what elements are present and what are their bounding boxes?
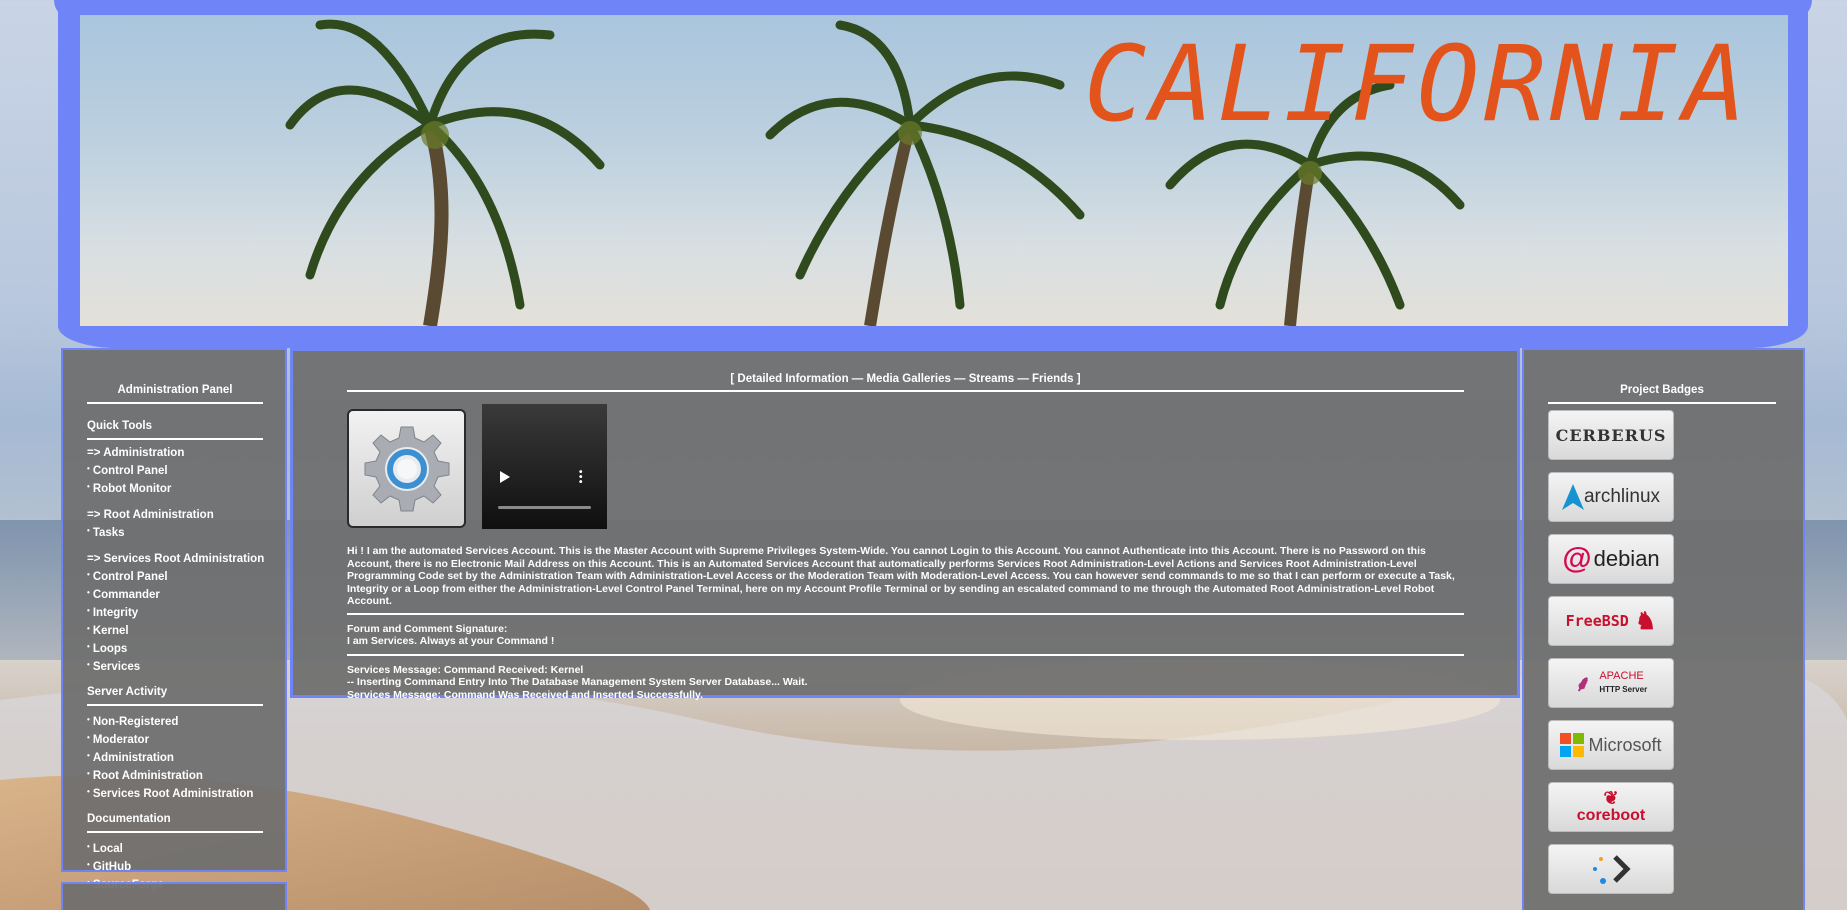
apache-feather-icon: ⸙ bbox=[1574, 671, 1592, 696]
media-row: • • • bbox=[347, 404, 1464, 529]
more-vertical-icon[interactable]: • • • bbox=[579, 468, 583, 488]
doc-local-link[interactable]: • Local bbox=[87, 839, 263, 857]
bullet-icon: • bbox=[87, 733, 90, 742]
badge-coreboot[interactable]: ❦ coreboot bbox=[1548, 782, 1674, 832]
bullet-icon: • bbox=[87, 660, 90, 669]
log-line: Services Message: Command Was Received a… bbox=[347, 688, 703, 701]
profile-panel: [ Detailed Information — Media Galleries… bbox=[290, 348, 1520, 701]
menu-item-tasks[interactable]: • Tasks bbox=[87, 523, 263, 541]
badge-freebsd-label: FreeBSD bbox=[1565, 612, 1629, 630]
play-icon[interactable] bbox=[500, 471, 510, 483]
badge-cerberus[interactable]: CERBERUS bbox=[1548, 410, 1674, 460]
menu-group-root-administration: => Root Administration • Tasks bbox=[87, 508, 263, 541]
badge-apache-sublabel: HTTP Server bbox=[1599, 685, 1648, 694]
badge-apache-label: APACHE bbox=[1599, 670, 1644, 682]
menu-item-kernel[interactable]: • Kernel bbox=[87, 621, 263, 639]
terminal-prompt-icon bbox=[1593, 855, 1631, 884]
video-player[interactable]: • • • bbox=[482, 404, 607, 529]
activity-services-root-administration[interactable]: • Services Root Administration bbox=[87, 784, 263, 802]
log-line: -- Inserting Command Entry Into The Data… bbox=[347, 676, 808, 688]
video-progress-bar[interactable] bbox=[498, 506, 591, 509]
quick-tools-title: Quick Tools bbox=[87, 420, 263, 440]
signature-block: Forum and Comment Signature: I am Servic… bbox=[347, 623, 1464, 656]
arch-logo-icon bbox=[1561, 484, 1584, 510]
menu-item-administration[interactable]: => Administration bbox=[87, 446, 263, 461]
bullet-icon: • bbox=[87, 751, 90, 760]
badge-debian-label: debian bbox=[1593, 546, 1660, 571]
bullet-icon: • bbox=[87, 606, 90, 615]
documentation-title: Documentation bbox=[87, 813, 263, 833]
bullet-icon: • bbox=[87, 570, 90, 579]
secondary-panel bbox=[61, 882, 287, 910]
activity-root-administration[interactable]: • Root Administration bbox=[87, 766, 263, 784]
bullet-icon: • bbox=[87, 526, 90, 535]
badge-cerberus-label: CERBERUS bbox=[1555, 425, 1667, 445]
administration-panel: Administration Panel Quick Tools => Admi… bbox=[61, 348, 287, 891]
menu-item-integrity[interactable]: • Integrity bbox=[87, 603, 263, 621]
profile-description: Hi ! I am the automated Services Account… bbox=[347, 545, 1464, 615]
menu-item-services[interactable]: • Services bbox=[87, 657, 263, 675]
menu-item-robot-monitor[interactable]: • Robot Monitor bbox=[87, 479, 263, 497]
menu-group-server-activity: • Non-Registered • Moderator • Administrati… bbox=[87, 712, 263, 802]
badge-microsoft-label: Microsoft bbox=[1588, 734, 1662, 755]
signature-label: Forum and Comment Signature: bbox=[347, 622, 508, 635]
bullet-icon: • bbox=[87, 715, 90, 724]
activity-administration[interactable]: • Administration bbox=[87, 748, 263, 766]
windows-logo-icon bbox=[1560, 733, 1585, 757]
menu-item-loops[interactable]: • Loops bbox=[87, 639, 263, 657]
bullet-icon: • bbox=[87, 860, 90, 869]
badge-coreboot-label: coreboot bbox=[1576, 807, 1646, 824]
bullet-icon: • bbox=[87, 769, 90, 778]
badge-archlinux-label: archlinux bbox=[1583, 486, 1661, 507]
menu-item-control-panel[interactable]: • Control Panel bbox=[87, 461, 263, 479]
bullet-icon: • bbox=[87, 642, 90, 651]
menu-item-services-root-administration[interactable]: => Services Root Administration bbox=[87, 552, 264, 567]
badge-microsoft[interactable]: Microsoft bbox=[1548, 720, 1674, 770]
activity-non-registered[interactable]: • Non-Registered bbox=[87, 712, 263, 730]
menu-item-root-administration[interactable]: => Root Administration bbox=[87, 508, 263, 523]
profile-nav[interactable]: [ Detailed Information — Media Galleries… bbox=[347, 373, 1464, 392]
panel-title: Administration Panel bbox=[87, 384, 263, 404]
menu-item-services-control-panel[interactable]: • Control Panel bbox=[87, 567, 263, 585]
banner-title: CALIFORNIA bbox=[1083, 23, 1750, 145]
server-activity-title: Server Activity bbox=[87, 686, 263, 706]
signature-text: I am Services. Always at your Command ! bbox=[347, 635, 555, 647]
bullet-icon: • bbox=[87, 624, 90, 633]
coreboot-rabbit-icon: ❦ bbox=[1603, 788, 1619, 808]
badge-archlinux[interactable]: archlinux bbox=[1548, 472, 1674, 522]
bullet-icon: • bbox=[87, 842, 90, 851]
gear-icon[interactable] bbox=[347, 409, 466, 528]
badge-prompt[interactable] bbox=[1548, 844, 1674, 894]
freebsd-daemon-icon: ♞ bbox=[1634, 607, 1657, 635]
bullet-icon: • bbox=[87, 482, 90, 491]
project-badges-panel: Project Badges CERBERUS archlinux @ debi… bbox=[1522, 348, 1805, 910]
badge-apache[interactable]: ⸙ APACHE HTTP Server bbox=[1548, 658, 1674, 708]
badges-title: Project Badges bbox=[1548, 384, 1776, 404]
badge-freebsd[interactable]: FreeBSD ♞ bbox=[1548, 596, 1674, 646]
log-line: Services Message: Command Received: Kern… bbox=[347, 663, 584, 676]
banner-image: CALIFORNIA bbox=[80, 15, 1788, 326]
bullet-icon: • bbox=[87, 787, 90, 796]
bullet-icon: • bbox=[87, 464, 90, 473]
bullet-icon: • bbox=[87, 588, 90, 597]
doc-github-link[interactable]: • GitHub bbox=[87, 857, 263, 875]
menu-group-services-root-administration: => Services Root Administration • Control… bbox=[87, 552, 264, 675]
menu-item-commander[interactable]: • Commander bbox=[87, 585, 263, 603]
menu-group-administration: => Administration • Control Panel • Robot … bbox=[87, 446, 263, 497]
badge-debian[interactable]: @ debian bbox=[1548, 534, 1674, 584]
activity-moderator[interactable]: • Moderator bbox=[87, 730, 263, 748]
services-log: Services Message: Command Received: Kern… bbox=[347, 664, 1464, 702]
debian-swirl-icon: @ bbox=[1562, 542, 1592, 575]
badge-list: CERBERUS archlinux @ debian FreeBSD ♞ ⸙ … bbox=[1548, 410, 1776, 894]
